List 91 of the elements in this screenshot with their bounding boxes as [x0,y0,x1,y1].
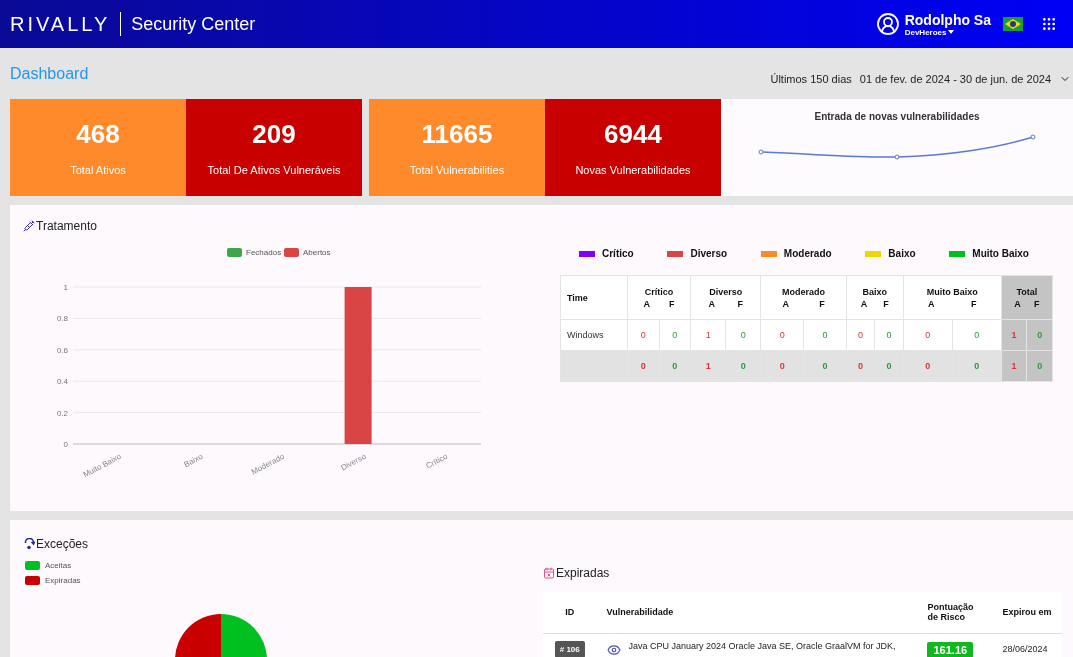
table-subheader: F [819,298,825,309]
expiry-date: 28/06/2024 [1002,643,1048,654]
table-cell: 0 [875,320,903,350]
stat-value: 209 [252,119,296,150]
table-cell: 0 [659,320,691,350]
stat-label: Total Vulnerabilities [409,164,505,176]
section-title: Exceções [36,537,89,551]
table-cell: 0 [846,320,875,350]
table-subheader: A [708,298,715,309]
legend-label: Abertos [303,248,331,257]
section-title: Tratamento [36,219,97,233]
table-cell: 1 [691,320,726,350]
logo: RIVALLY [10,12,111,36]
table-header: ID [543,592,597,633]
user-menu[interactable]: Rodolpho Sa DevHeroes [875,11,991,37]
flag-icon[interactable] [1003,17,1023,31]
axis-tick-label: 0.8 [56,314,68,324]
axis-tick-label: 0.6 [56,345,68,355]
table-header: Vulnerabilidade [596,592,918,633]
table-cell: 1 [1001,351,1027,381]
table-cell: 1 [1001,320,1027,350]
table-subheader: A [782,298,789,309]
axis-tick-label: 0 [63,440,68,449]
legend-label: Baixo [888,248,916,259]
eye-icon[interactable] [606,642,621,657]
date-range: 01 de fev. de 2024 - 30 de jun. de 2024 [859,72,1051,85]
date-range-selector[interactable]: Últimos 150 dias 01 de fev. de 2024 - 30 de jun. de 2024 [770,72,1071,85]
table-header: Crítico [643,286,675,297]
legend-label: Fechados [246,248,282,257]
table-header: Diverso [708,286,744,297]
table-header: Time [561,276,627,319]
axis-tick-label: 1 [63,283,68,292]
stat-value: 11665 [421,119,493,150]
table-subheader: F [669,298,675,309]
table-header: Pontuação de Risco [917,592,993,633]
legend-label: Crítico [602,248,634,259]
table-subheader: A [643,298,651,309]
calendar-x-icon [543,567,555,579]
axis-category-label: Muito Baixo [81,451,123,480]
table-cell: 0 [761,320,803,350]
table-subheader: A [1014,298,1021,309]
table-cell: 0 [952,320,1001,350]
axis-tick-label: 0.2 [56,408,68,418]
axis-category-label: Baixo [182,451,205,470]
table-cell: 0 [628,320,659,350]
table-cell: 0 [804,320,846,350]
legend-label: Aceitas [45,561,72,570]
app-title: Security Center [131,13,256,35]
date-preset: Últimos 150 dias [770,72,852,85]
axis-category-label: Crítico [424,451,450,471]
table-subheader: F [1033,298,1040,309]
table-cell: 0 [903,320,952,350]
table-subheader: F [883,298,889,309]
risk-score: 161.16 [927,641,974,657]
trend-title: Entrada de novas vulnerabilidades [814,111,980,122]
table-subheader: A [860,298,868,309]
table-cell: Windows [561,320,627,350]
stat-label: Total Ativos [70,164,126,176]
table-cell: 0 [1027,351,1052,381]
page-title: Dashboard [10,64,89,83]
caret-icon [948,30,955,34]
table-header: Total [1015,286,1039,297]
syringe-icon [23,220,35,232]
axis-tick-label: 0.4 [56,377,68,387]
user-icon [875,12,900,36]
table-header: Moderado [781,286,827,297]
vulnerability-name: Java CPU January 2024 Oracle Java SE, Oracle GraalVM for JDK, [628,639,896,652]
table-header: Baixo [861,286,889,297]
user-name: Rodolpho Sa [904,11,991,28]
table-subheader: F [737,298,743,309]
stat-value: 468 [76,119,120,150]
apps-menu-icon[interactable] [1041,16,1057,32]
table-subheader: A [927,298,935,309]
table-header: Muito Baixo [925,286,979,297]
legend-label: Moderado [783,248,832,259]
stat-label: Total De Ativos Vulneráveis [207,164,341,176]
legend-item: Abertos [284,248,331,257]
legend-item: Fechados [227,248,282,257]
curved-arrow-icon [24,538,35,550]
organization-selector[interactable]: DevHeroes [904,27,991,37]
stat-value: 6944 [604,119,662,150]
legend-label: Muito Baixo [972,248,1029,259]
table-cell: 0 [726,320,761,350]
legend-label: Diverso [690,248,728,259]
id-tag: # 106 [554,640,585,657]
stat-label: Novas Vulnerabilidades [575,164,691,176]
table-subheader: F [970,298,977,309]
legend-label: Expiradas [45,576,81,585]
section-title: Expiradas [556,566,610,580]
table-cell: 0 [1027,320,1052,350]
table-header: Expirou em [992,592,1062,633]
